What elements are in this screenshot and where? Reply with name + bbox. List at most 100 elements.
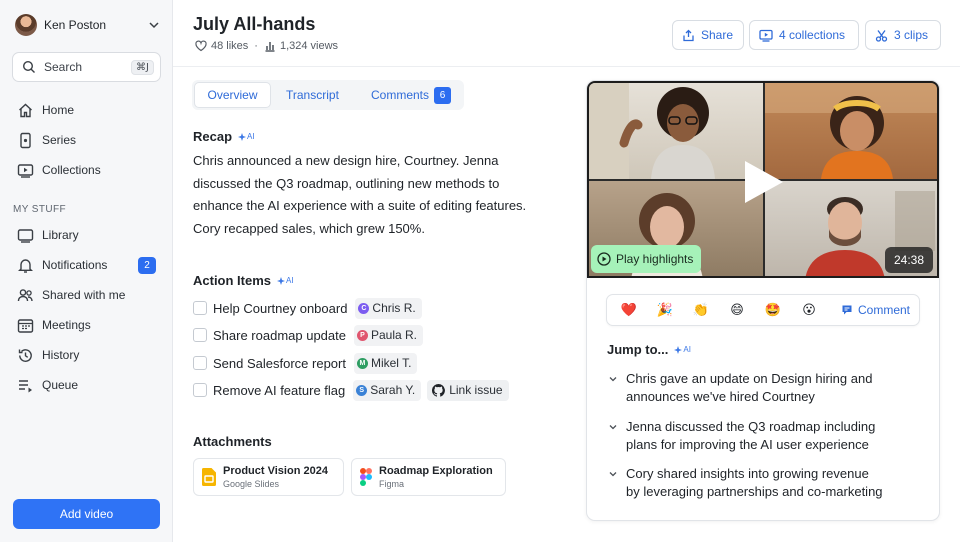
party-reaction-icon[interactable]: 🎉 xyxy=(647,303,683,318)
github-icon xyxy=(432,383,446,397)
scissors-icon xyxy=(875,29,888,42)
play-highlights-button[interactable]: Play highlights xyxy=(591,245,702,273)
user-name: Ken Poston xyxy=(44,18,107,32)
collections-icon xyxy=(17,163,34,178)
link-issue-button[interactable]: Link issue xyxy=(427,379,509,401)
sidebar-item-history[interactable]: History xyxy=(17,343,162,367)
jump-item-text: Chris gave an update on Design hiring an… xyxy=(626,370,872,406)
play-icon[interactable] xyxy=(741,159,785,205)
jump-item[interactable]: Jenna discussed the Q3 roadmap including… xyxy=(608,418,918,454)
sidebar-item-queue[interactable]: Queue xyxy=(17,373,162,397)
chevron-down-icon xyxy=(609,425,617,430)
ai-label: AI xyxy=(683,345,691,354)
comment-icon xyxy=(842,305,852,315)
jump-to-title: Jump to... xyxy=(607,342,669,357)
queue-icon xyxy=(19,379,32,392)
attachment-card[interactable]: Roadmap Exploration Figma xyxy=(351,458,506,496)
sidebar-item-shared[interactable]: Shared with me xyxy=(17,283,162,307)
clips-button[interactable]: 3 clips xyxy=(865,20,941,50)
action-text: Share roadmap update xyxy=(213,327,346,343)
search-shortcut: ⌘J xyxy=(131,59,154,75)
heart-icon[interactable] xyxy=(195,40,207,52)
sidebar: Ken Poston Search ⌘J Home Series Collect… xyxy=(0,0,173,542)
assignee-chip[interactable]: P Paula R. xyxy=(353,324,424,346)
clap-reaction-icon[interactable]: 👏 xyxy=(683,303,719,318)
action-checkbox[interactable] xyxy=(193,383,207,397)
comment-button[interactable]: Comment xyxy=(841,303,910,317)
figma-icon xyxy=(360,468,372,486)
sidebar-item-collections[interactable]: Collections xyxy=(17,158,162,182)
surprised-reaction-icon[interactable]: 😮 xyxy=(791,303,827,318)
jump-item-text: Cory shared insights into growing revenu… xyxy=(626,465,883,501)
action-checkbox[interactable] xyxy=(193,301,207,315)
sparkle-icon xyxy=(277,276,286,285)
assignee-name: Chris R. xyxy=(372,301,416,315)
jump-item-line: Cory shared insights into growing revenu… xyxy=(626,466,869,481)
video-duration: 24:38 xyxy=(884,247,933,273)
collections-button[interactable]: 4 collections xyxy=(749,20,859,50)
clips-label: 3 clips xyxy=(894,28,929,42)
heart-reaction-icon[interactable]: ❤️ xyxy=(611,303,647,318)
likes-count: 48 likes xyxy=(211,40,249,52)
video-player[interactable]: Play highlights 24:38 xyxy=(587,81,939,278)
sidebar-item-label: Queue xyxy=(42,378,79,392)
assignee-name: Sarah Y. xyxy=(370,383,416,397)
tab-overview[interactable]: Overview xyxy=(194,82,271,108)
sidebar-item-library[interactable]: Library xyxy=(17,223,162,247)
sidebar-item-label: Shared with me xyxy=(42,288,126,302)
laugh-reaction-icon[interactable]: 😄 xyxy=(719,303,755,318)
tab-transcript[interactable]: Transcript xyxy=(286,80,339,110)
sidebar-item-label: Library xyxy=(42,228,79,242)
recap-heading: Recap AI xyxy=(193,129,255,144)
starstruck-reaction-icon[interactable]: 🤩 xyxy=(755,303,791,318)
attachment-subtitle: Google Slides xyxy=(223,479,280,489)
jump-item-line: announces we've hired Courtney xyxy=(626,389,815,404)
series-icon xyxy=(20,132,31,148)
assignee-chip[interactable]: M Mikel T. xyxy=(353,352,418,374)
attachment-card[interactable]: Product Vision 2024 Google Slides xyxy=(193,458,344,496)
action-checkbox[interactable] xyxy=(193,356,207,370)
ai-tag: AI xyxy=(277,276,294,285)
bell-icon xyxy=(18,258,33,273)
link-issue-label: Link issue xyxy=(449,383,503,397)
jump-item[interactable]: Chris gave an update on Design hiring an… xyxy=(608,370,918,406)
participant-video-tile xyxy=(589,83,763,179)
share-button[interactable]: Share xyxy=(672,20,744,50)
action-checkbox[interactable] xyxy=(193,328,207,342)
action-item: Help Courtney onboard C Chris R. xyxy=(193,297,422,319)
search-placeholder: Search xyxy=(44,60,83,74)
action-text: Help Courtney onboard xyxy=(213,300,348,316)
sidebar-item-notifications[interactable]: Notifications 2 xyxy=(17,253,162,277)
search-icon xyxy=(22,60,35,73)
calendar-icon xyxy=(17,318,34,333)
sidebar-item-home[interactable]: Home xyxy=(17,98,162,122)
sidebar-item-label: Collections xyxy=(42,163,101,177)
chevron-down-icon xyxy=(609,472,617,477)
attachments-heading: Attachments xyxy=(193,434,272,449)
assignee-chip[interactable]: C Chris R. xyxy=(355,297,422,319)
attachment-title: Roadmap Exploration xyxy=(379,465,493,477)
participant-portrait xyxy=(765,83,937,179)
action-item: Remove AI feature flag S Sarah Y. Link i… xyxy=(193,379,509,401)
jump-item[interactable]: Cory shared insights into growing revenu… xyxy=(608,465,918,501)
assignee-chip[interactable]: S Sarah Y. xyxy=(353,379,422,401)
header-divider xyxy=(173,66,960,67)
collections-label: 4 collections xyxy=(779,28,846,42)
user-menu[interactable]: Ken Poston xyxy=(15,13,160,37)
sidebar-item-label: Meetings xyxy=(42,318,91,332)
jump-to-heading: Jump to... AI xyxy=(607,342,691,357)
sidebar-item-series[interactable]: Series xyxy=(17,128,162,152)
comment-label: Comment xyxy=(858,303,911,317)
sidebar-item-meetings[interactable]: Meetings xyxy=(17,313,162,337)
search-input[interactable]: Search ⌘J xyxy=(12,52,161,82)
tab-comments-label: Comments xyxy=(371,88,430,102)
add-video-button[interactable]: Add video xyxy=(13,499,160,529)
share-label: Share xyxy=(701,28,734,42)
separator: · xyxy=(254,40,258,52)
reaction-bar: ❤️ 🎉 👏 😄 🤩 😮 Comment xyxy=(606,294,920,326)
sidebar-item-label: History xyxy=(42,348,80,362)
assignee-avatar: S xyxy=(356,384,368,396)
action-item: Send Salesforce report M Mikel T. xyxy=(193,352,418,374)
chevron-down-icon[interactable] xyxy=(148,19,160,31)
tab-comments[interactable]: Comments 6 xyxy=(371,80,452,110)
